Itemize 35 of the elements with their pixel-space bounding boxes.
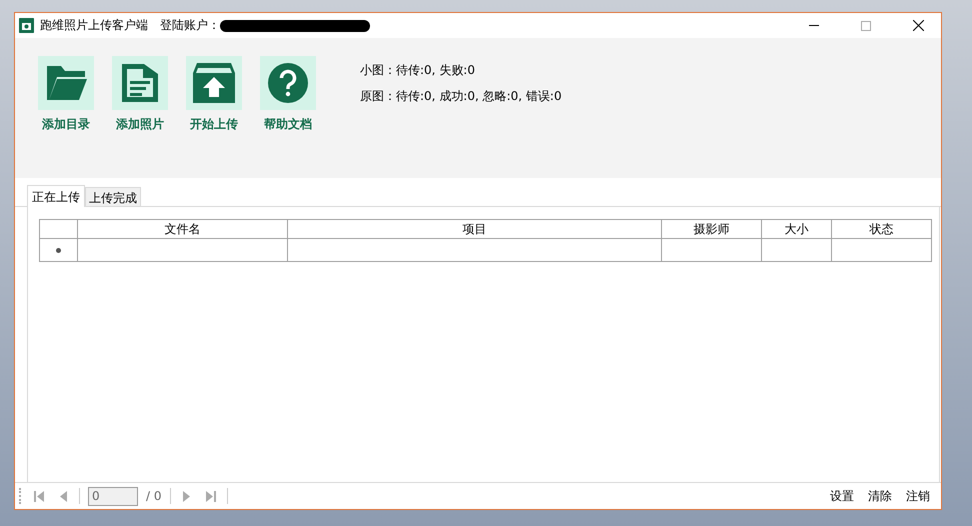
window-title: 跑维照片上传客户端 bbox=[40, 17, 148, 34]
app-logo-icon bbox=[19, 18, 34, 33]
column-header[interactable]: 文件名 bbox=[78, 220, 288, 239]
previous-page-icon bbox=[58, 490, 68, 502]
column-header[interactable]: 项目 bbox=[288, 220, 662, 239]
column-header[interactable]: 状态 bbox=[832, 220, 932, 239]
table-cell bbox=[762, 239, 832, 262]
tab[interactable]: 上传完成 bbox=[85, 187, 141, 206]
document-icon bbox=[121, 63, 159, 103]
new-row-icon bbox=[56, 248, 61, 252]
toolbar-button[interactable]: 添加目录 bbox=[38, 56, 94, 178]
last-page-icon bbox=[206, 490, 216, 502]
next-page-icon bbox=[182, 490, 192, 502]
column-header[interactable]: 大小 bbox=[762, 220, 832, 239]
minimize-icon bbox=[809, 25, 819, 26]
folder-icon bbox=[45, 64, 87, 102]
first-page-button[interactable] bbox=[31, 490, 47, 502]
column-header[interactable]: 摄影师 bbox=[662, 220, 762, 239]
upload-box-icon bbox=[193, 63, 235, 103]
page-field[interactable]: 0 bbox=[88, 486, 138, 506]
footer-link[interactable]: 清除 bbox=[865, 488, 895, 504]
footer-link[interactable]: 注销 bbox=[903, 488, 933, 504]
toolbar-button[interactable]: 帮助文档 bbox=[260, 56, 316, 178]
stats-text: 小图：待传:0, 失败:0 bbox=[360, 62, 476, 79]
toolbar-button[interactable]: 开始上传 bbox=[186, 56, 242, 178]
toolbar-button[interactable]: 添加照片 bbox=[112, 56, 168, 178]
footer-link[interactable]: 设置 bbox=[827, 488, 857, 504]
tab[interactable]: 正在上传 bbox=[27, 185, 85, 207]
first-page-icon bbox=[34, 490, 44, 502]
page-total: / 0 bbox=[146, 489, 162, 503]
stats-text: 原图：待传:0, 成功:0, 忽略:0, 错误:0 bbox=[360, 88, 562, 105]
close-icon bbox=[912, 20, 924, 31]
help-icon bbox=[268, 63, 308, 103]
account-label: 登陆账户： bbox=[160, 17, 220, 34]
maximize-icon bbox=[861, 20, 871, 30]
